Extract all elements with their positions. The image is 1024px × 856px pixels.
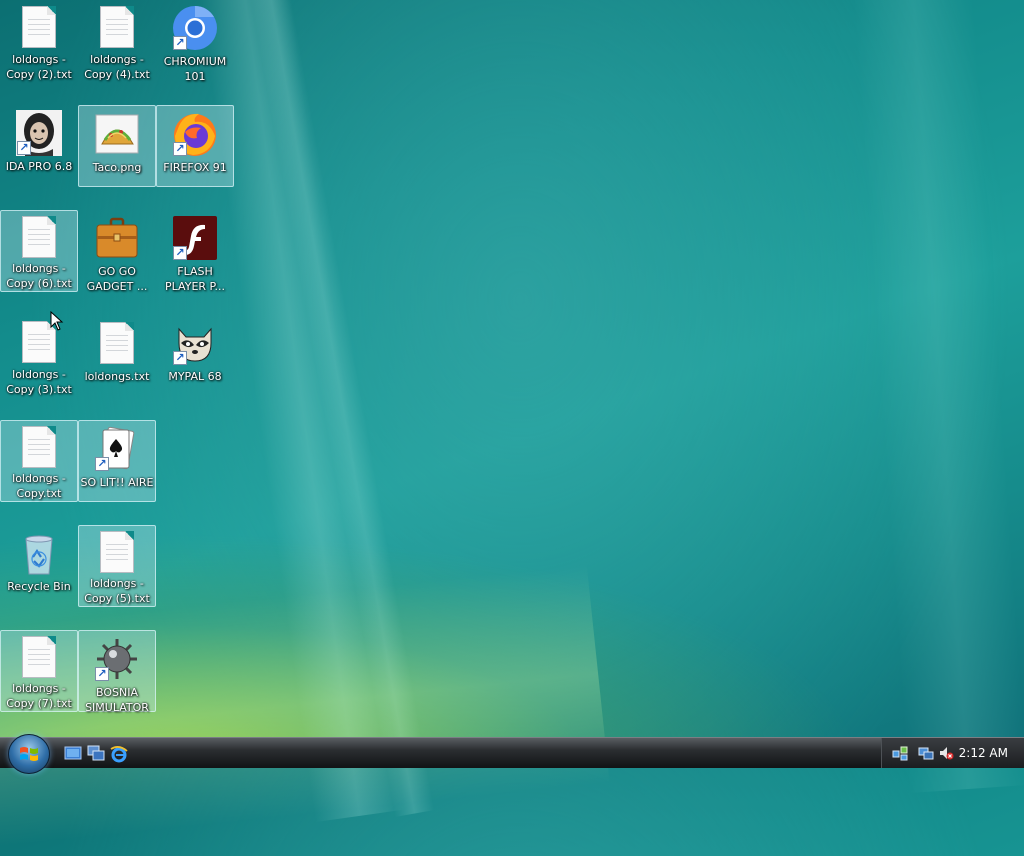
shortcut-arrow-icon: ↗ [173,351,187,365]
text-file-icon [15,635,63,679]
desktop-icon-loldongs-txt[interactable]: loldongs.txt [78,315,156,397]
desktop-icon-flash-player[interactable]: ↗ FLASH PLAYER P... [156,210,234,293]
desktop-icon-ida-pro[interactable]: ↗ IDA PRO 6.8 [0,105,78,187]
desktop-icon-firefox[interactable]: ↗ FIREFOX 91 [156,105,234,187]
desktop-icon-label: Taco.png [92,161,142,174]
shortcut-arrow-icon: ↗ [17,141,31,155]
desktop-icon-go-go-gadget[interactable]: GO GO GADGET ... [78,210,156,293]
desktop-icon-label: SO LIT!! AIRE [80,476,154,489]
taskbar: 2:12 AM [0,734,1024,774]
desktop-icon-loldongs-copy-5[interactable]: loldongs - Copy (5).txt [78,525,156,607]
text-file-icon [93,4,141,50]
desktop-icon-label: BOSNIA SIMULATOR [85,686,149,714]
desktop-icon-label: loldongs - Copy (3).txt [6,368,72,396]
desktop-icon-label: CHROMIUM 101 [163,55,227,83]
system-clock[interactable]: 2:12 AM [959,746,1008,760]
raccoon-icon: ↗ [171,319,219,367]
desktop-icon-mypal[interactable]: ↗ MYPAL 68 [156,315,234,397]
shortcut-arrow-icon: ↗ [173,246,187,260]
desktop-icon-label: MYPAL 68 [168,370,222,383]
desktop-icon-label: IDA PRO 6.8 [5,160,73,173]
desktop-icon-label: FLASH PLAYER P... [165,265,225,293]
desktop-icon-bosnia-simulator[interactable]: ↗ BOSNIA SIMULATOR [78,630,156,714]
desktop-icon-label: loldongs - Copy (5).txt [84,577,150,605]
desktop-icon-loldongs-copy-3[interactable]: loldongs - Copy (3).txt [0,315,78,397]
shortcut-arrow-icon: ↗ [95,457,109,471]
flash-player-icon: ↗ [171,214,219,262]
solitaire-cards-icon: ↗ [93,425,141,473]
system-tray: 2:12 AM [881,738,1024,768]
internet-explorer-icon[interactable] [110,745,128,763]
desktop-icon-label: FIREFOX 91 [163,161,227,174]
taco-image-icon [93,110,141,158]
recycle-bin-icon [15,529,63,577]
desktop-icon-label: loldongs - Copy (6).txt [6,262,72,290]
desktop-icon-recycle-bin[interactable]: Recycle Bin [0,525,78,607]
firefox-icon: ↗ [171,110,219,158]
desktop-icon-label: loldongs - Copy (2).txt [6,53,72,81]
desktop-icon-loldongs-copy[interactable]: loldongs - Copy.txt [0,420,78,502]
text-file-icon [15,215,63,259]
desktop-icon-label: loldongs - Copy (4).txt [84,53,150,81]
desktop-icon-label: loldongs - Copy.txt [12,472,66,500]
desktop-icon-loldongs-copy-4[interactable]: loldongs - Copy (4).txt [78,0,156,82]
ida-pro-icon: ↗ [15,109,63,157]
minesweeper-mine-icon: ↗ [93,635,141,683]
desktop-icon-taco-png[interactable]: Taco.png [78,105,156,187]
windows-start-orb-icon[interactable] [8,734,50,774]
text-file-icon [93,319,141,367]
shortcut-arrow-icon: ↗ [173,142,187,156]
briefcase-icon [93,214,141,262]
switch-windows-icon[interactable] [87,745,105,761]
network-icon[interactable] [892,745,908,761]
mouse-cursor-icon [50,311,64,331]
desktop-icon-label: GO GO GADGET ... [86,265,148,293]
desktop-icon-loldongs-copy-2[interactable]: loldongs - Copy (2).txt [0,0,78,82]
shortcut-arrow-icon: ↗ [173,36,187,50]
text-file-icon [93,530,141,574]
desktop-icon-chromium[interactable]: ↗ CHROMIUM 101 [156,0,234,83]
desktop-icon-loldongs-copy-6[interactable]: loldongs - Copy (6).txt [0,210,78,292]
text-file-icon [15,425,63,469]
shortcut-arrow-icon: ↗ [95,667,109,681]
desktop-icon-label: Recycle Bin [7,580,71,593]
show-desktop-icon[interactable] [64,745,82,761]
text-file-icon [15,4,63,50]
chromium-icon: ↗ [171,4,219,52]
desktop-icon-so-lit-aire[interactable]: ↗ SO LIT!! AIRE [78,420,156,502]
desktop-icon-loldongs-copy-7[interactable]: loldongs - Copy (7).txt [0,630,78,712]
connection-icon[interactable] [918,745,934,761]
desktop-icon-label: loldongs - Copy (7).txt [6,682,72,710]
muted-volume-icon[interactable] [938,745,954,761]
desktop-icon-label: loldongs.txt [84,370,150,383]
